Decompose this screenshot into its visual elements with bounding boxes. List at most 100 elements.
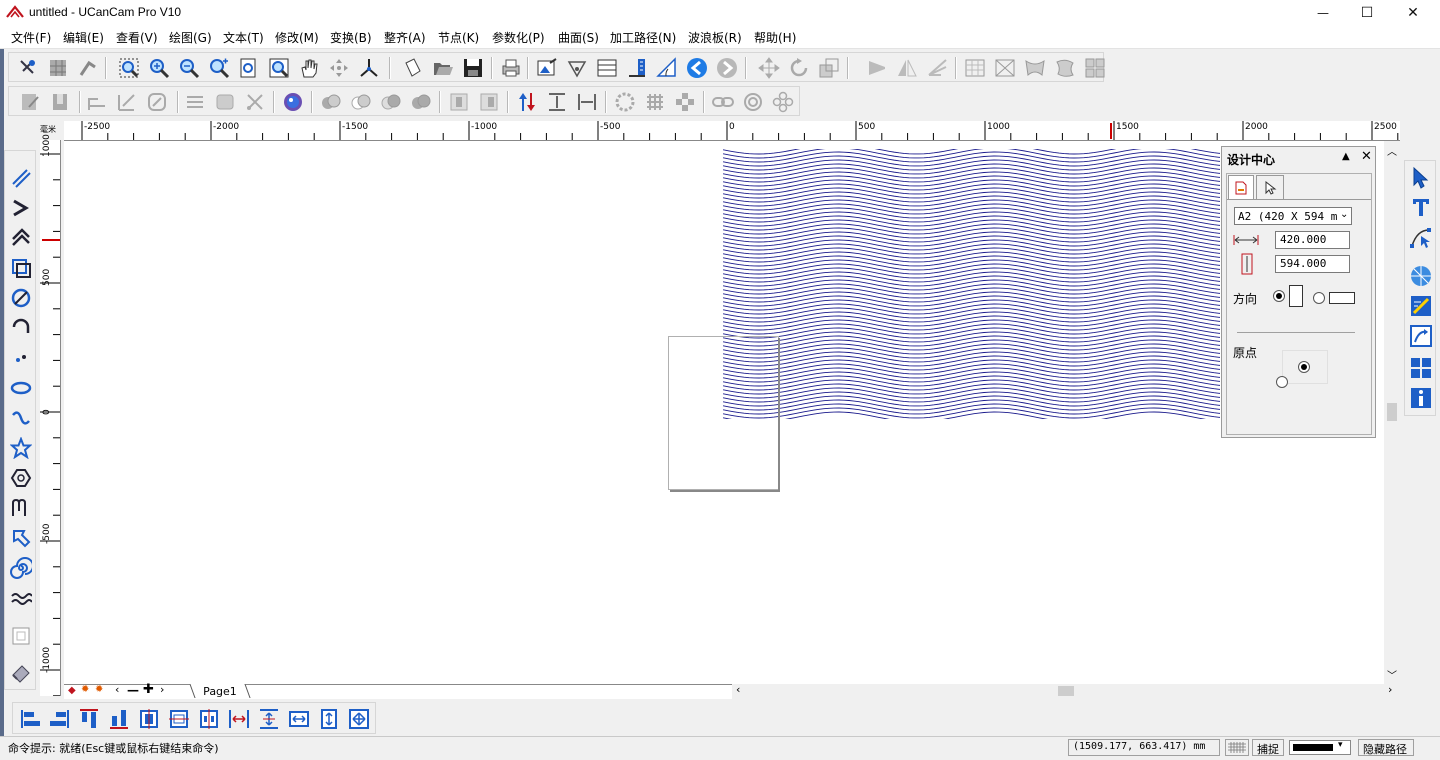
polygon-tool-icon[interactable] [8,465,34,491]
scroll-down-icon[interactable]: ﹀ [1387,667,1397,682]
arc-tool-icon[interactable] [8,315,34,341]
ellipse-tool-icon[interactable] [8,375,34,401]
hatch-icon[interactable] [183,90,207,114]
union-icon[interactable] [319,90,343,114]
move-view-icon[interactable] [327,56,351,80]
parallel-tool-icon[interactable] [8,225,34,251]
horizontal-ruler[interactable]: -2500 -2000 -1500 -1000 -500 0 500 1000 1500 2000… [64,121,1400,141]
sun-small-icon[interactable]: ✹ [95,684,103,695]
minimize-button[interactable]: — [1300,0,1346,26]
layout-grid-tool-icon[interactable] [1408,355,1434,381]
info-tool-icon[interactable] [1408,385,1434,411]
vertical-scrollbar[interactable]: ︿ ﹀ [1384,141,1400,685]
align-right-icon[interactable] [47,707,71,731]
horizontal-scroll-thumb[interactable] [1058,686,1074,696]
polyline-tool-icon[interactable] [8,195,34,221]
axis-icon[interactable] [357,56,381,80]
frame-tool-icon[interactable] [8,623,34,649]
print-icon[interactable] [499,56,523,80]
grid-array-icon[interactable] [643,90,667,114]
snap-toggle[interactable]: 捕捉 [1252,739,1284,756]
menu-surface[interactable]: 曲面(S) [558,29,599,46]
circle-tool-icon[interactable] [8,285,34,311]
circular-array-icon[interactable] [673,90,697,114]
array-icon[interactable] [1083,56,1107,80]
bookmark-icon[interactable] [48,90,72,114]
same-width-icon[interactable] [287,707,311,731]
grid-toggle-icon[interactable] [1225,739,1249,756]
ungroup-icon[interactable] [477,90,501,114]
text-tool-icon[interactable] [1408,195,1434,221]
layer-list-icon[interactable] [595,56,619,80]
page-settings-tab-icon[interactable] [1228,175,1254,199]
menu-text[interactable]: 文本(T) [223,29,264,46]
center-horizontal-icon[interactable] [137,707,161,731]
edit-node-icon[interactable] [76,56,100,80]
panel-collapse-icon[interactable]: ▲ [1342,151,1350,162]
line-color-select[interactable]: ▾ [1289,740,1351,755]
group-icon[interactable] [447,90,471,114]
menu-toolpath[interactable]: 加工路径(N) [610,29,676,46]
subtract-icon[interactable] [349,90,373,114]
origin-bottom-left-radio[interactable] [1276,376,1288,388]
free-transform-icon[interactable] [1053,56,1077,80]
menu-modify[interactable]: 修改(M) [275,29,319,46]
paper-size-select[interactable]: A2 (420 X 594 m [1234,207,1352,225]
page-tab[interactable]: Page1 [189,684,251,698]
new-file-icon[interactable] [401,56,425,80]
distribute-icon[interactable] [613,90,637,114]
scroll-up-icon[interactable]: ︿ [1387,143,1397,158]
menu-draw[interactable]: 绘图(G) [169,29,212,46]
simulate-tool-icon[interactable] [1408,323,1434,349]
wave-pattern[interactable] [719,144,1224,422]
center-both-icon[interactable] [197,707,221,731]
fillet-icon[interactable] [145,90,169,114]
warp-icon[interactable] [1023,56,1047,80]
menu-wave-board[interactable]: 波浪板(R) [688,29,742,46]
scroll-left-icon[interactable]: ‹ [736,683,740,696]
vector-icon[interactable] [565,56,589,80]
boundary-icon[interactable] [213,90,237,114]
align-top-icon[interactable] [77,707,101,731]
close-button[interactable]: ✕ [1390,0,1436,26]
3d-surface-tool-icon[interactable] [1408,263,1434,289]
menu-edit[interactable]: 编辑(E) [63,29,104,46]
hide-path-toggle[interactable]: 隐藏路径 [1358,739,1414,756]
sphere-icon[interactable] [281,90,305,114]
distribute-horizontal-icon[interactable] [227,707,251,731]
sun-icon[interactable]: ✹ [81,684,89,695]
layer-icon[interactable]: ◆ [68,685,76,696]
origin-center-radio[interactable] [1298,361,1310,373]
zoom-in-icon[interactable] [147,56,171,80]
menu-align[interactable]: 整齐(A) [384,29,426,46]
outline-icon[interactable] [85,90,109,114]
height-icon[interactable] [545,90,569,114]
mirror-icon[interactable] [895,56,919,80]
zoom-previous-icon[interactable] [207,56,231,80]
move-icon[interactable] [757,56,781,80]
height-input[interactable]: 594.000 [1275,255,1350,273]
zoom-all-icon[interactable] [267,56,291,80]
freehand-tool-icon[interactable] [8,495,34,521]
menu-parametric[interactable]: 参数化(P) [492,29,545,46]
back-arrow-icon[interactable] [685,56,709,80]
vertical-scroll-thumb[interactable] [1387,403,1397,421]
save-file-icon[interactable] [461,56,485,80]
toolpath-tool-icon[interactable] [1408,293,1434,319]
offset-icon[interactable] [115,90,139,114]
zoom-out-icon[interactable] [177,56,201,80]
menu-view[interactable]: 查看(V) [116,29,158,46]
scroll-right-icon[interactable]: › [1388,683,1392,696]
maximize-button[interactable]: ☐ [1344,0,1390,26]
portrait-radio[interactable] [1273,290,1285,302]
object-tab-icon[interactable] [1256,175,1284,199]
forward-arrow-icon[interactable] [715,56,739,80]
spiral-tool-icon[interactable] [8,555,34,581]
align-bottom-icon[interactable] [107,707,131,731]
drawing-canvas[interactable] [64,141,1384,685]
node-edit-tool-icon[interactable] [1408,225,1434,251]
menu-help[interactable]: 帮助(H) [754,29,796,46]
pointer-tool-icon[interactable] [1408,165,1434,191]
page-next-icon[interactable]: › [160,683,164,696]
select-tool-icon[interactable] [16,56,40,80]
